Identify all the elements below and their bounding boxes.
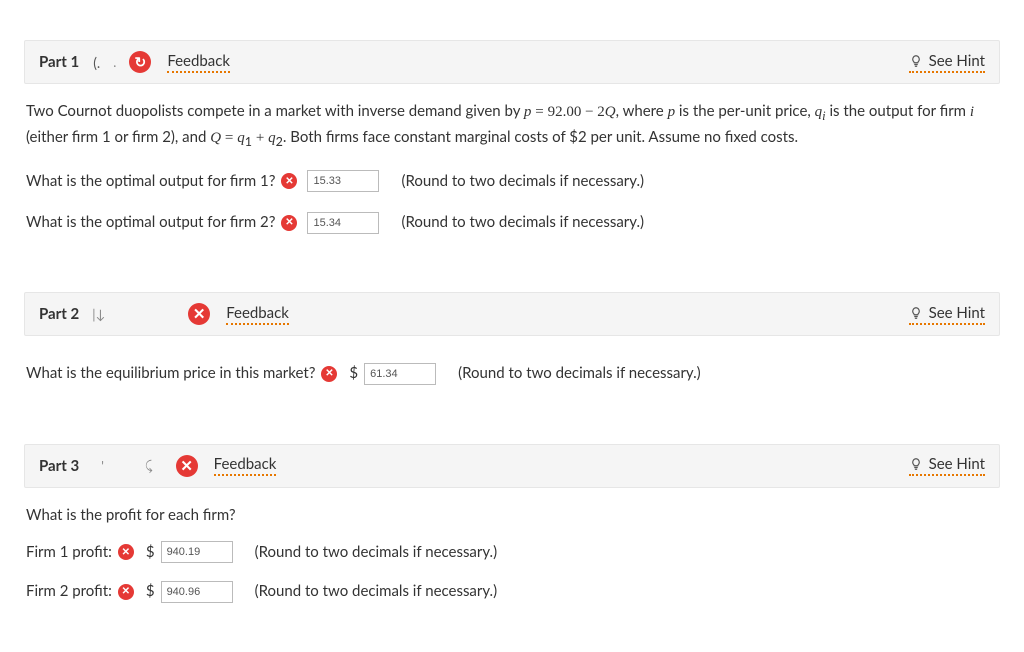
wrong-icon: ✕ [188,303,210,325]
part3-f1-input[interactable] [161,541,233,563]
part1-see-hint-link[interactable]: See Hint [909,52,985,73]
round-hint: (Round to two decimals if necessary.) [255,541,498,564]
part1-prompt: Two Cournot duopolists compete in a mark… [26,100,998,152]
round-hint: (Round to two decimals if necessary.) [458,362,701,385]
lightbulb-icon [909,457,923,471]
part1-subtitle: (. [93,54,100,71]
retry-icon: ↻ [129,51,151,73]
part3-header: Part 3 ' ⤹ ✕ Feedback See Hint [24,444,1000,488]
part2-q-line: What is the equilibrium price in this ma… [26,362,998,385]
part1-q1-line: What is the optimal output for firm 1? ✕… [26,170,998,193]
see-hint-label: See Hint [929,52,985,70]
part2-see-hint-link[interactable]: See Hint [909,304,985,325]
wrong-icon: ✕ [118,544,134,560]
see-hint-label: See Hint [929,304,985,322]
see-hint-label: See Hint [929,455,985,473]
lightbulb-icon [909,54,923,68]
lightbulb-icon [909,306,923,320]
wrong-icon: ✕ [176,455,198,477]
round-hint: (Round to two decimals if necessary.) [401,211,644,234]
part2-body: What is the equilibrium price in this ma… [24,336,1000,399]
wrong-icon: ✕ [321,366,337,382]
part2-header: Part 2 |↓ ✕ Feedback See Hint [24,292,1000,336]
round-hint: (Round to two decimals if necessary.) [401,170,644,193]
part1-header-left: Part 1 (. . ↻ Feedback [39,51,230,73]
part2-ghost-text: |↓ [92,306,105,322]
wrong-icon: ✕ [281,215,297,231]
part3-feedback-link[interactable]: Feedback [214,455,277,476]
part3-f2-line: Firm 2 profit: ✕ $ (Round to two decimal… [26,580,998,603]
part3-f1-label: Firm 1 profit: [26,541,112,564]
part3-body: What is the profit for each firm? Firm 1… [24,488,1000,618]
dollar-sign: $ [146,580,155,603]
part2-title: Part 2 [39,305,79,323]
part1-feedback-link[interactable]: Feedback [167,52,230,73]
part3-ghost-text: ' [101,458,104,474]
part3-f2-label: Firm 2 profit: [26,580,112,603]
part2-header-left: Part 2 |↓ ✕ Feedback [39,303,289,325]
part1-body: Two Cournot duopolists compete in a mark… [24,84,1000,248]
part1-q2-input[interactable] [307,212,379,234]
part1-title: Part 1 [39,53,79,71]
part3-header-left: Part 3 ' ⤹ ✕ Feedback [39,455,276,477]
part1-q1-input[interactable] [307,170,379,192]
wrong-icon: ✕ [118,584,134,600]
part1-q2-line: What is the optimal output for firm 2? ✕… [26,211,998,234]
part1-header: Part 1 (. . ↻ Feedback See Hint [24,40,1000,84]
part1-q2-label: What is the optimal output for firm 2? [26,211,275,234]
part3-see-hint-link[interactable]: See Hint [909,455,985,476]
part3-f2-input[interactable] [161,581,233,603]
part2-q-label: What is the equilibrium price in this ma… [26,362,315,385]
dollar-sign: $ [146,541,155,564]
round-hint: (Round to two decimals if necessary.) [255,580,498,603]
dollar-sign: $ [349,362,358,385]
part3-f1-line: Firm 1 profit: ✕ $ (Round to two decimal… [26,541,998,564]
part3-intro: What is the profit for each firm? [26,504,998,527]
part3-ghost-text2: ⤹ [145,457,153,474]
part1-q1-label: What is the optimal output for firm 1? [26,170,275,193]
wrong-icon: ✕ [281,173,297,189]
part3-title: Part 3 [39,457,79,475]
part2-q-input[interactable] [364,363,436,385]
part1-ghost-text: . [113,54,116,70]
part2-feedback-link[interactable]: Feedback [226,304,289,325]
